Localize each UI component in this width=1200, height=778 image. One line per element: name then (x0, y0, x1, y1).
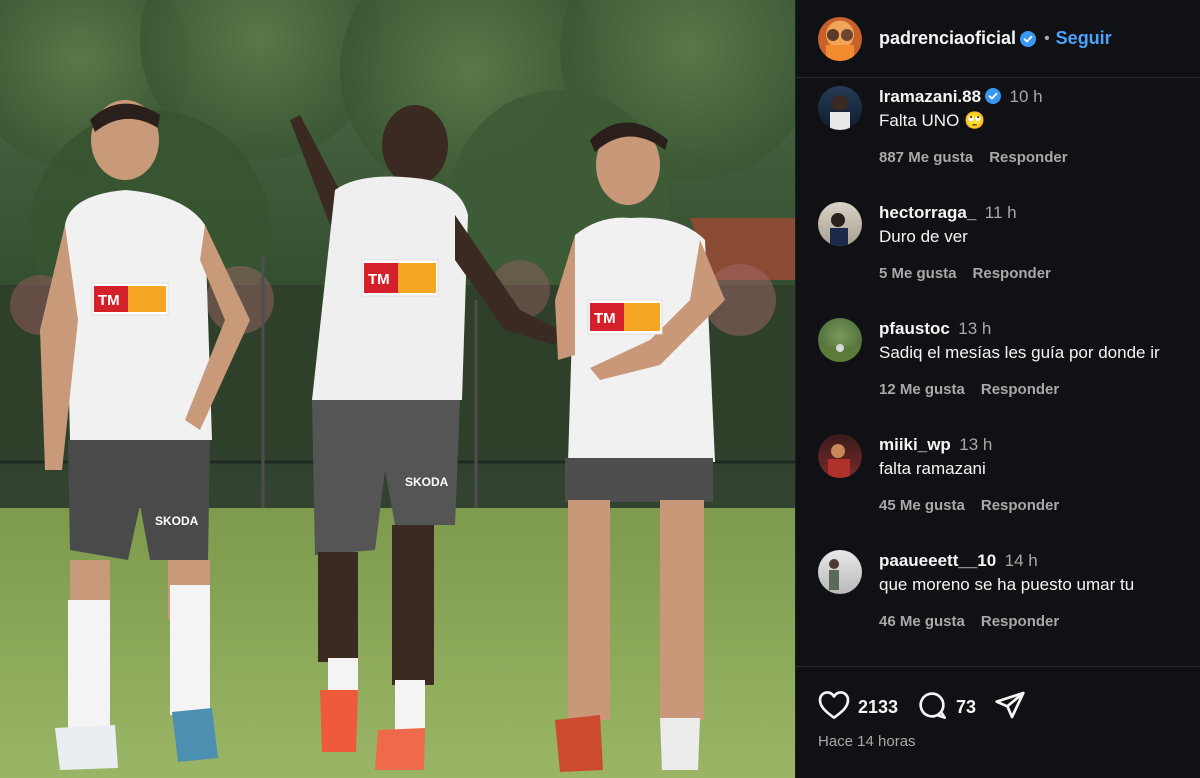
author-avatar[interactable] (818, 16, 862, 61)
reply-button[interactable]: Responder (973, 265, 1051, 282)
comments-sidebar: padrenciaoficial • Seguir lramazani.88 1… (795, 0, 1200, 778)
like-action[interactable]: 2133 (818, 690, 898, 725)
comment-action[interactable]: 73 (916, 689, 976, 726)
comment-time: 10 h (1009, 87, 1043, 106)
share-paper-plane-icon[interactable] (994, 689, 1026, 726)
avatar-illustration (826, 28, 854, 61)
verified-badge-icon (1020, 30, 1037, 47)
svg-text:TM: TM (368, 271, 390, 288)
comment-username[interactable]: hectorraga_ (879, 203, 976, 222)
svg-text:TM: TM (594, 310, 616, 327)
commenter-avatar[interactable] (818, 550, 862, 594)
post-photo[interactable]: TM SKODA TM SKODA TM (0, 0, 795, 778)
commenter-avatar[interactable] (818, 202, 862, 246)
heart-icon[interactable] (818, 690, 850, 725)
post-timestamp: Hace 14 horas (818, 733, 916, 750)
comment-item: lramazani.88 10 h Falta UNO 🙄 887 Me gus… (796, 78, 1200, 194)
comment-text: falta ramazani (879, 459, 986, 478)
reply-button[interactable]: Responder (981, 497, 1059, 514)
comment-likes[interactable]: 45 Me gusta (879, 497, 965, 514)
comment-text: Duro de ver (879, 227, 968, 246)
post-footer: 2133 73 Hace 14 horas (796, 666, 1200, 778)
commenter-avatar[interactable] (818, 86, 862, 130)
commenter-avatar[interactable] (818, 434, 862, 478)
comment-item: pfaustoc 13 h Sadiq el mesías les guía p… (796, 310, 1200, 426)
post-header: padrenciaoficial • Seguir (796, 0, 1200, 78)
follow-button[interactable]: Seguir (1056, 28, 1112, 49)
reply-button[interactable]: Responder (989, 149, 1067, 166)
commenter-avatar[interactable] (818, 318, 862, 362)
share-action[interactable] (994, 689, 1026, 726)
post-actions: 2133 73 (818, 689, 1026, 726)
author-username[interactable]: padrenciaoficial (879, 28, 1016, 49)
likes-count: 2133 (858, 697, 899, 717)
comment-time: 14 h (1004, 551, 1038, 570)
photo-illustration: TM SKODA TM SKODA TM (0, 0, 795, 778)
verified-badge-icon (985, 88, 1002, 104)
comment-likes[interactable]: 12 Me gusta (879, 381, 965, 398)
reply-button[interactable]: Responder (981, 381, 1059, 398)
comment-time: 13 h (958, 319, 992, 338)
comment-bubble-icon[interactable] (916, 689, 948, 726)
comment-likes[interactable]: 46 Me gusta (879, 613, 965, 630)
comment-item: hectorraga_ 11 h Duro de ver 5 Me gusta R… (796, 194, 1200, 310)
shirt-sponsor-text: TM (98, 292, 120, 309)
comment-item: paaueeett__10 14 h que moreno se ha pues… (796, 542, 1200, 658)
comment-username[interactable]: lramazani.88 (879, 87, 981, 106)
comment-text: Sadiq el mesías les guía por donde ir (879, 343, 1160, 362)
comment-time: 13 h (959, 435, 993, 454)
comment-username[interactable]: paaueeett__10 (879, 551, 996, 570)
reply-button[interactable]: Responder (981, 613, 1059, 630)
comment-likes[interactable]: 5 Me gusta (879, 265, 957, 282)
instagram-post-view: TM SKODA TM SKODA TM padrenciaoficial • … (0, 0, 1200, 778)
shorts-brand-text: SKODA (155, 514, 199, 528)
svg-text:SKODA: SKODA (405, 475, 449, 489)
comment-username[interactable]: pfaustoc (879, 319, 950, 338)
comment-text: Falta UNO 🙄 (879, 111, 986, 130)
comment-username[interactable]: miiki_wp (879, 435, 951, 454)
comment-time: 11 h (984, 203, 1017, 222)
comment-text: que moreno se ha puesto umar tu (879, 575, 1135, 594)
header-separator: • (1044, 29, 1050, 47)
comment-likes[interactable]: 887 Me gusta (879, 149, 973, 166)
comments-count: 73 (956, 697, 977, 717)
comment-item: miiki_wp 13 h falta ramazani 45 Me gusta… (796, 426, 1200, 542)
